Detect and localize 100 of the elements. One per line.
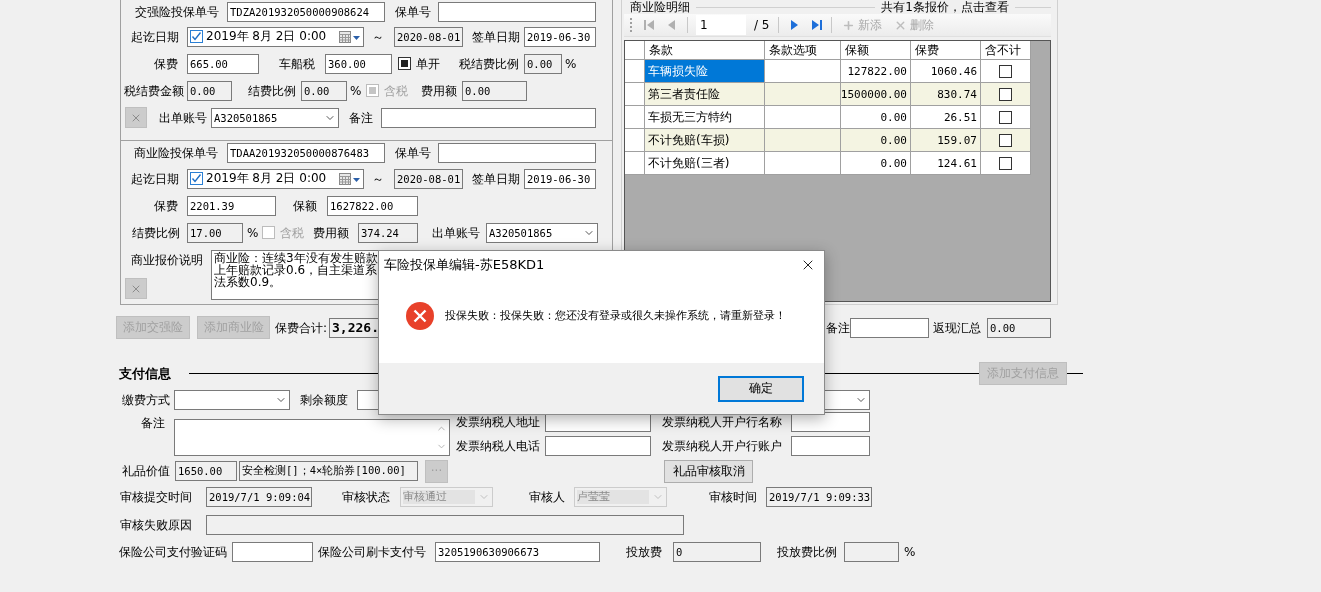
text-field[interactable]: TDAA201932050000876483 (227, 143, 385, 163)
checkbox-label: 单开 (416, 55, 440, 72)
field-label: 费用额 (421, 82, 457, 99)
text-field[interactable]: 2019-06-30 (524, 168, 596, 189)
field-label: 保额 (293, 197, 317, 214)
text-field[interactable] (850, 317, 929, 338)
field-label: 结费比例 (132, 224, 180, 241)
field-label: 商业险投保单号 (134, 145, 218, 161)
field-label: 保险公司刷卡支付号 (318, 544, 426, 560)
field-label: 签单日期 (472, 28, 520, 45)
readonly-field: 374.24 (358, 222, 418, 243)
field-label: 税结费比例 (459, 55, 519, 72)
text-field[interactable]: 2201.39 (187, 195, 276, 216)
checkbox[interactable] (398, 57, 411, 70)
checkbox-label: 含税 (384, 82, 408, 99)
checkbox[interactable] (999, 156, 1012, 170)
text-field[interactable] (438, 143, 596, 163)
text-field[interactable] (438, 1, 596, 22)
date-picker[interactable]: 2019年 8月 2日 0:00 (187, 168, 364, 189)
checkbox[interactable] (190, 172, 203, 185)
readonly-field: 0.00 (187, 80, 232, 101)
field-label: 起讫日期 (131, 170, 179, 187)
field-label: 备注 (141, 415, 165, 431)
field-label: 投放费 (626, 544, 662, 560)
table-cell[interactable]: 第三者责任险 (645, 83, 765, 106)
checkbox[interactable] (999, 110, 1012, 124)
page-field[interactable]: 1 (696, 15, 746, 35)
readonly-field: 2020-08-01 (394, 168, 463, 189)
table-cell: 1500000.00 (841, 83, 911, 106)
column-header: 条款 (645, 41, 765, 60)
calendar-icon[interactable] (339, 29, 361, 44)
text-field[interactable] (232, 542, 313, 562)
quote-link[interactable]: 共有1条报价，点击查看 (881, 0, 1009, 15)
unit-label: % (247, 224, 259, 241)
checkbox[interactable] (999, 87, 1012, 101)
table-cell: 0.00 (841, 106, 911, 129)
text-field[interactable] (791, 436, 870, 456)
text-field[interactable]: 360.00 (325, 53, 392, 74)
field-label: 保费合计: (274, 319, 327, 336)
action-button[interactable]: 礼品审核取消 (664, 459, 753, 483)
field-label: 保单号 (395, 145, 431, 161)
error-message: 投保失败：投保失败：您还没有登录或很久未操作系统，请重新登录！ (445, 308, 786, 323)
field-label: 审核时间 (709, 489, 757, 505)
readonly-field: 2019/7/1 9:09:04 (206, 487, 312, 507)
table-cell[interactable]: 不计免赔(车损) (645, 129, 765, 152)
field-label: 保费 (154, 197, 178, 214)
field-label: 缴费方式 (122, 392, 170, 408)
text-field[interactable]: 2019-06-30 (524, 26, 596, 47)
section-title: 支付信息 (119, 364, 171, 383)
dropdown[interactable] (174, 390, 290, 410)
table-cell: 26.51 (911, 106, 981, 129)
field-label: 结费比例 (248, 82, 296, 99)
field-label: 剩余额度 (300, 392, 348, 408)
quote-note-text: 商业险：连续3年没有发生赔款 上年赔款记录0.6，自主渠道系 法系数0.9。 (214, 252, 378, 291)
text-field[interactable]: TDZA201932050000908624 (227, 1, 385, 22)
table-cell[interactable]: 不计免赔(三者) (645, 152, 765, 175)
text-field[interactable]: 1627822.00 (327, 195, 418, 216)
field-label: 备注 (349, 109, 373, 126)
text-field[interactable] (545, 436, 651, 456)
checkbox[interactable] (999, 64, 1012, 78)
checkbox[interactable] (999, 133, 1012, 147)
column-header: 保额 (841, 41, 911, 60)
date-picker[interactable]: 2019年 8月 2日 0:00 (187, 26, 364, 47)
table-cell: 830.74 (911, 83, 981, 106)
table-cell[interactable]: 车损无三方特约 (645, 106, 765, 129)
row-header[interactable] (625, 83, 645, 106)
calendar-icon[interactable] (339, 171, 361, 186)
text-field[interactable] (791, 412, 870, 432)
readonly-field: 17.00 (187, 222, 243, 243)
table-cell[interactable]: 车辆损失险 (645, 60, 765, 83)
field-label: 礼品价值 (122, 463, 170, 479)
unit-label: ～ (372, 28, 384, 45)
table-cell: 124.61 (911, 152, 981, 175)
table-cell: 0.00 (841, 152, 911, 175)
field-label: 发票纳税人电话 (456, 438, 540, 454)
unit-label: ～ (372, 170, 384, 187)
dialog-title: 车险投保单编辑-苏E58KD1 (384, 255, 545, 274)
dropdown[interactable]: A320501865 (211, 107, 339, 128)
text-field[interactable]: 665.00 (187, 53, 259, 74)
field-label: 交强险投保单号 (135, 3, 219, 20)
row-header[interactable] (625, 106, 645, 129)
text-field[interactable]: 3205190630906673 (435, 542, 600, 562)
unit-label: % (565, 55, 577, 72)
row-header[interactable] (625, 60, 645, 83)
ok-button[interactable]: 确定 (718, 375, 804, 402)
row-header[interactable] (625, 152, 645, 175)
table-cell: 0.00 (841, 129, 911, 152)
field-label: 税结费金额 (124, 82, 184, 99)
checkbox[interactable] (190, 30, 203, 43)
field-label: 保单号 (395, 3, 431, 20)
column-header: 保费 (911, 41, 981, 60)
text-field[interactable] (381, 107, 596, 128)
dropdown[interactable]: A320501865 (486, 222, 598, 243)
readonly-field: 2019/7/1 9:09:33 (766, 487, 872, 507)
field-label: 出单账号 (432, 224, 480, 241)
table-cell: 159.07 (911, 129, 981, 152)
readonly-field (844, 542, 899, 562)
field-label: 发票纳税人开户行名称 (662, 414, 782, 430)
row-header[interactable] (625, 129, 645, 152)
field-label: 审核提交时间 (120, 489, 192, 505)
